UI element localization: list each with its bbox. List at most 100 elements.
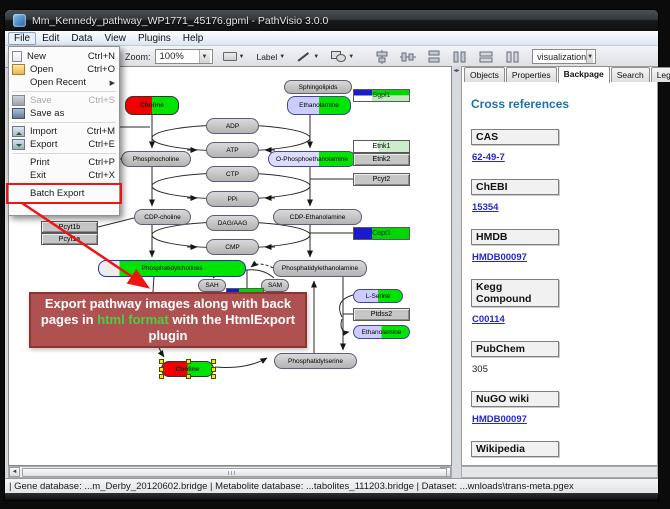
- crossref-link[interactable]: Choline: [472, 464, 507, 465]
- node-label: Pcyt1b: [59, 224, 80, 231]
- file-menu-item-export[interactable]: ExportCtrl+E: [9, 138, 119, 151]
- chevron-down-icon[interactable]: ▼: [199, 50, 210, 63]
- menubar-item-view[interactable]: View: [98, 32, 132, 45]
- node-label: Ptdss2: [371, 311, 392, 318]
- file-menu-item-exit[interactable]: ExitCtrl+X: [9, 169, 119, 182]
- align-center-x-icon[interactable]: [374, 50, 390, 64]
- file-menu-item-open[interactable]: OpenCtrl+O: [9, 63, 119, 76]
- visualization-combobox[interactable]: visualization ▼: [532, 49, 596, 64]
- metabolite-node-phosphatidylserine[interactable]: Phosphatidylserine: [274, 353, 357, 369]
- metabolite-node-dag-aag[interactable]: DAG/AAG: [206, 215, 259, 231]
- shape-tool-button[interactable]: ▼: [329, 50, 356, 63]
- file-menu-item-open-recent[interactable]: Open Recent▶: [9, 76, 119, 89]
- metabolite-node-ctp[interactable]: CTP: [206, 166, 259, 182]
- metabolite-node-sam[interactable]: SAM: [261, 279, 289, 292]
- metabolite-node-choline[interactable]: Choline: [161, 361, 214, 377]
- gene-node-pcyt2[interactable]: Pcyt2: [353, 173, 410, 186]
- gene-node-etnk2[interactable]: Etnk2: [353, 153, 410, 166]
- common-width-icon[interactable]: [478, 50, 494, 64]
- canvas-horizontal-scrollbar[interactable]: ◄ ►: [8, 466, 452, 478]
- stack-vertical-icon[interactable]: [426, 50, 442, 64]
- splitter-arrows-icon[interactable]: ◂▸: [453, 68, 460, 80]
- metabolite-node-cmp[interactable]: CMP: [206, 239, 259, 255]
- gene-node-etnk1[interactable]: Etnk1: [353, 140, 410, 153]
- app-window: Mm_Kennedy_pathway_WP1771_45176.gpml - P…: [5, 10, 658, 500]
- crossref-value: 305: [472, 364, 488, 375]
- scroll-left-icon[interactable]: ◄: [9, 467, 20, 477]
- metabolite-node-l-serine[interactable]: L-Serine: [353, 289, 403, 303]
- selection-handle[interactable]: [211, 367, 216, 372]
- panel-splitter[interactable]: ◂▸: [452, 66, 461, 466]
- selection-handle[interactable]: [159, 367, 164, 372]
- file-menu-item-save[interactable]: SaveCtrl+S: [9, 94, 119, 107]
- line-tool-icon: [297, 51, 311, 62]
- selection-handle[interactable]: [211, 359, 216, 364]
- crossref-link[interactable]: 15354: [472, 202, 498, 213]
- common-height-icon[interactable]: [504, 50, 520, 64]
- line-tool-button[interactable]: ▼: [295, 50, 321, 63]
- tab-backpage[interactable]: Backpage: [558, 66, 610, 83]
- tab-legend[interactable]: Legend: [651, 67, 670, 82]
- chevron-down-icon[interactable]: ▼: [586, 50, 593, 63]
- metabolite-node-choline[interactable]: Choline: [125, 96, 179, 115]
- align-center-y-icon[interactable]: [400, 50, 416, 64]
- gene-node-sgpl1[interactable]: Sgpl1: [353, 89, 410, 102]
- metabolite-node-ethanolamine[interactable]: Ethanolamine: [353, 325, 410, 339]
- file-menu-item-print[interactable]: PrintCtrl+P: [9, 156, 119, 169]
- metabolite-node-sphingolipids[interactable]: Sphingolipids: [284, 80, 352, 94]
- crossref-link[interactable]: HMDB00097: [472, 252, 527, 263]
- selection-handle[interactable]: [159, 374, 164, 379]
- gene-node-cept1[interactable]: Cept1: [353, 227, 410, 240]
- menu-item-shortcut: Ctrl+M: [87, 126, 115, 137]
- file-menu-item-import[interactable]: ImportCtrl+M: [9, 125, 119, 138]
- metabolite-node-cdp-ethanolamine[interactable]: CDP-Ethanolamine: [273, 209, 362, 225]
- node-label: Choline: [176, 366, 200, 373]
- menubar-item-help[interactable]: Help: [177, 32, 210, 45]
- crossref-link[interactable]: C00114: [472, 314, 505, 325]
- gene-node-pcyt1a[interactable]: Pcyt1a: [41, 233, 98, 245]
- new-document-icon: [12, 51, 22, 62]
- zoom-combobox[interactable]: 100% ▼: [155, 49, 213, 64]
- tab-properties[interactable]: Properties: [506, 67, 557, 82]
- gene-node-pcyt1b[interactable]: Pcyt1b: [41, 221, 98, 233]
- scrollbar-thumb[interactable]: [22, 468, 447, 477]
- screenshot-stage: Mm_Kennedy_pathway_WP1771_45176.gpml - P…: [0, 0, 670, 509]
- file-menu-item-save-as[interactable]: Save as: [9, 107, 119, 120]
- menubar-item-plugins[interactable]: Plugins: [132, 32, 177, 45]
- menubar-item-file[interactable]: File: [8, 32, 36, 45]
- metabolite-node-adp[interactable]: ADP: [206, 118, 259, 134]
- selection-handle[interactable]: [211, 374, 216, 379]
- save-as-disk-icon: [12, 108, 25, 119]
- selection-handle[interactable]: [186, 359, 191, 364]
- node-label: ADP: [226, 123, 239, 130]
- menu-separator: [12, 122, 116, 123]
- selection-handle[interactable]: [159, 359, 164, 364]
- backpage-section-pubchem: PubChem305: [471, 341, 657, 382]
- metabolite-node-atp[interactable]: ATP: [206, 142, 259, 158]
- zoom-value: 100%: [160, 51, 184, 62]
- metabolite-node-phosphatidylethanolamine[interactable]: Phosphatidylethanolamine: [273, 260, 367, 277]
- crossref-link[interactable]: 62-49-7: [472, 152, 505, 163]
- file-menu-item-batch-export[interactable]: Batch Export: [9, 186, 119, 201]
- chevron-down-icon: ▼: [279, 54, 285, 60]
- metabolite-node-o-phosphoethanolamine[interactable]: O-Phosphoethanolamine: [268, 151, 356, 167]
- stack-horizontal-icon[interactable]: [452, 50, 468, 64]
- metabolite-node-ppi[interactable]: PPi: [206, 191, 259, 207]
- metabolite-node-phosphocholine[interactable]: Phosphocholine: [121, 151, 191, 167]
- metabolite-node-cdp-choline[interactable]: CDP-choline: [134, 209, 191, 225]
- menu-item-shortcut: Ctrl+P: [88, 157, 115, 168]
- datanode-tool-button[interactable]: ▼: [221, 51, 247, 62]
- backpage-section-cas: CAS62-49-7: [471, 129, 657, 170]
- gene-node-ptdss2[interactable]: Ptdss2: [353, 308, 410, 321]
- metabolite-node-ethanolamine[interactable]: Ethanolamine: [287, 96, 351, 115]
- file-menu-item-new[interactable]: NewCtrl+N: [9, 50, 119, 63]
- label-tool-button[interactable]: Label▼: [254, 51, 287, 63]
- tab-search[interactable]: Search: [611, 67, 650, 82]
- tab-objects[interactable]: Objects: [464, 67, 505, 82]
- crossref-link[interactable]: HMDB00097: [472, 414, 527, 425]
- metabolite-node-phosphatidylcholines[interactable]: Phosphatidylcholines: [98, 260, 246, 277]
- menubar-item-data[interactable]: Data: [65, 32, 98, 45]
- metabolite-node-sah[interactable]: SAH: [198, 279, 226, 292]
- selection-handle[interactable]: [186, 374, 191, 379]
- menubar-item-edit[interactable]: Edit: [36, 32, 65, 45]
